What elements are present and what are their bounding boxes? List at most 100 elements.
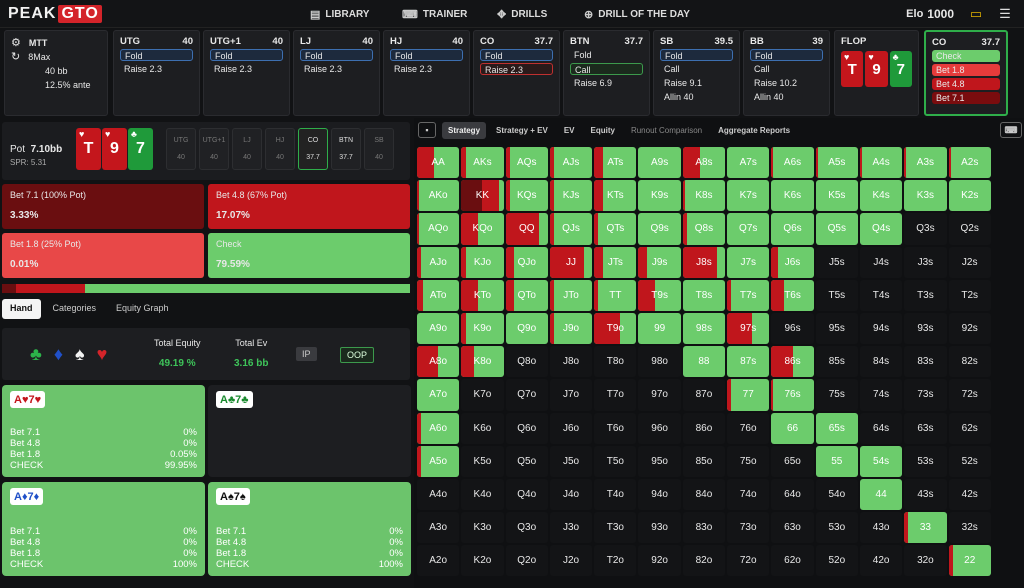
- hand-cell-A9s[interactable]: A9s: [638, 147, 681, 179]
- hand-cell-92o[interactable]: 92o: [638, 545, 681, 577]
- hand-cell-QJs[interactable]: QJs: [549, 213, 593, 245]
- action-fold[interactable]: Fold: [750, 49, 823, 61]
- seat-btn[interactable]: BTN 37.7: [331, 128, 361, 170]
- hand-cell-44[interactable]: 44: [859, 478, 903, 511]
- hand-cell-T4s[interactable]: T4s: [859, 279, 903, 311]
- hand-cell-94s[interactable]: 94s: [859, 312, 903, 345]
- hand-cell-J2o[interactable]: J2o: [549, 545, 593, 577]
- hand-cell-KQs[interactable]: KQs: [505, 180, 548, 212]
- position-card-utg[interactable]: UTG 40 Fold Raise 2.3: [113, 30, 200, 116]
- bet-option-2[interactable]: Bet 1.8 (25% Pot) 0.01%: [2, 233, 204, 278]
- hand-cell-42o[interactable]: 42o: [859, 545, 903, 577]
- hand-cell-96s[interactable]: 96s: [771, 312, 814, 345]
- tab-hand[interactable]: Hand: [2, 299, 41, 319]
- bet-option-3[interactable]: Check 79.59%: [208, 233, 410, 278]
- hand-cell-ATo[interactable]: ATo: [417, 279, 460, 311]
- hand-cell-T3o[interactable]: T3o: [594, 512, 637, 544]
- hand-cell-J3s[interactable]: J3s: [904, 246, 947, 278]
- hand-cell-83s[interactable]: 83s: [904, 346, 947, 378]
- position-card-utg+1[interactable]: UTG+1 40 Fold Raise 2.3: [203, 30, 290, 116]
- hand-cell-K2s[interactable]: K2s: [948, 180, 991, 212]
- chat-icon[interactable]: ▭: [968, 6, 984, 22]
- hand-cell-64s[interactable]: 64s: [859, 412, 903, 444]
- hand-cell-KQo[interactable]: KQo: [461, 213, 504, 245]
- hand-cell-62o[interactable]: 62o: [771, 545, 814, 577]
- bet-option-1[interactable]: Bet 4.8 (67% Pot) 17.07%: [208, 184, 410, 229]
- hand-cell-87s[interactable]: 87s: [727, 346, 770, 378]
- hand-cell-98s[interactable]: 98s: [682, 312, 726, 345]
- matrix-tab-ev[interactable]: EV: [558, 122, 581, 139]
- hand-cell-86s[interactable]: 86s: [771, 346, 814, 378]
- hand-cell-J7o[interactable]: J7o: [549, 379, 593, 411]
- bet-option-0[interactable]: Bet 7.1 (100% Pot) 3.33%: [2, 184, 204, 229]
- action-fold[interactable]: Fold: [480, 49, 553, 61]
- hand-cell-53s[interactable]: 53s: [904, 445, 947, 477]
- hand-cell-92s[interactable]: 92s: [948, 312, 991, 345]
- hand-cell-Q7s[interactable]: Q7s: [727, 213, 770, 245]
- position-card-hj[interactable]: HJ 40 Fold Raise 2.3: [383, 30, 470, 116]
- hand-cell-ATs[interactable]: ATs: [594, 147, 637, 179]
- seat-lj[interactable]: LJ 40: [232, 128, 262, 170]
- hand-combo-1[interactable]: A♣7♣: [208, 385, 411, 477]
- flop-card[interactable]: FLOP ♥ T ♥ 9 ♣ 7: [834, 30, 919, 116]
- matrix-tab-aggregate-reports[interactable]: Aggregate Reports: [712, 122, 796, 139]
- hand-cell-KK[interactable]: KK: [461, 180, 504, 212]
- action-raise-9.1[interactable]: Raise 9.1: [660, 77, 733, 89]
- hand-cell-Q5s[interactable]: Q5s: [815, 213, 858, 245]
- hand-cell-QTs[interactable]: QTs: [594, 213, 637, 245]
- action-raise-2.3[interactable]: Raise 2.3: [390, 63, 463, 75]
- hand-cell-A5s[interactable]: A5s: [815, 147, 858, 179]
- hand-cell-95o[interactable]: 95o: [638, 445, 681, 477]
- hand-cell-J2s[interactable]: J2s: [948, 246, 991, 278]
- position-card-btn[interactable]: BTN 37.7 Fold Call Raise 6.9: [563, 30, 650, 116]
- hand-cell-A9o[interactable]: A9o: [417, 312, 460, 345]
- hand-cell-73s[interactable]: 73s: [904, 379, 947, 411]
- hand-cell-A7s[interactable]: A7s: [727, 147, 770, 179]
- hand-cell-74o[interactable]: 74o: [727, 478, 770, 511]
- hand-cell-KTs[interactable]: KTs: [594, 180, 637, 212]
- position-card-bb[interactable]: BB 39 Fold Call Raise 10.2 Allin 40: [743, 30, 830, 116]
- hand-cell-T8o[interactable]: T8o: [594, 346, 637, 378]
- hand-cell-22[interactable]: 22: [948, 545, 991, 577]
- hand-cell-66[interactable]: 66: [771, 412, 814, 444]
- hand-cell-A2o[interactable]: A2o: [417, 545, 460, 577]
- hand-cell-A7o[interactable]: A7o: [417, 379, 460, 411]
- hand-cell-QQ[interactable]: QQ: [505, 213, 548, 245]
- ip-button[interactable]: IP: [296, 347, 317, 361]
- action-raise-10.2[interactable]: Raise 10.2: [750, 77, 823, 89]
- hand-cell-97o[interactable]: 97o: [638, 379, 681, 411]
- hand-cell-86o[interactable]: 86o: [682, 412, 726, 444]
- hand-cell-J7s[interactable]: J7s: [727, 246, 770, 278]
- hand-cell-65o[interactable]: 65o: [771, 445, 814, 477]
- hand-cell-63s[interactable]: 63s: [904, 412, 947, 444]
- hand-cell-85o[interactable]: 85o: [682, 445, 726, 477]
- action-call[interactable]: Call: [570, 63, 643, 75]
- action-fold[interactable]: Fold: [660, 49, 733, 61]
- hand-combo-0[interactable]: A♥7♥ Bet 7.1 0% Bet 4.8 0% Bet 1.8 0.05% CHECK 9…: [2, 385, 205, 477]
- hand-cell-93s[interactable]: 93s: [904, 312, 947, 345]
- hand-cell-Q2s[interactable]: Q2s: [948, 213, 991, 245]
- hand-cell-A5o[interactable]: A5o: [417, 445, 460, 477]
- hand-cell-K2o[interactable]: K2o: [461, 545, 504, 577]
- hand-cell-K4s[interactable]: K4s: [859, 180, 903, 212]
- hand-cell-A4o[interactable]: A4o: [417, 478, 460, 511]
- hand-cell-42s[interactable]: 42s: [948, 478, 991, 511]
- hand-combo-2[interactable]: A♦7♦ Bet 7.1 0% Bet 4.8 0% Bet 1.8 0% CHECK 100%: [2, 482, 205, 576]
- refresh-icon[interactable]: ↻: [11, 50, 20, 64]
- hand-cell-82o[interactable]: 82o: [682, 545, 726, 577]
- action-raise-2.3[interactable]: Raise 2.3: [120, 63, 193, 75]
- hand-cell-76o[interactable]: 76o: [727, 412, 770, 444]
- hand-cell-K7s[interactable]: K7s: [727, 180, 770, 212]
- hand-cell-99[interactable]: 99: [638, 312, 681, 345]
- hand-cell-J5s[interactable]: J5s: [815, 246, 858, 278]
- action-allin-40[interactable]: Allin 40: [750, 91, 823, 103]
- club-icon[interactable]: ♣: [30, 344, 42, 365]
- position-card-sb[interactable]: SB 39.5 Fold Call Raise 9.1 Allin 40: [653, 30, 740, 116]
- hand-cell-AKo[interactable]: AKo: [417, 180, 460, 212]
- hand-cell-43s[interactable]: 43s: [904, 478, 947, 511]
- co-action-bet-4.8[interactable]: Bet 4.8: [932, 78, 1000, 90]
- hand-cell-AA[interactable]: AA: [417, 147, 460, 179]
- hand-cell-Q9o[interactable]: Q9o: [505, 312, 548, 345]
- hand-cell-95s[interactable]: 95s: [815, 312, 858, 345]
- settings-icon[interactable]: ⚙: [11, 36, 21, 50]
